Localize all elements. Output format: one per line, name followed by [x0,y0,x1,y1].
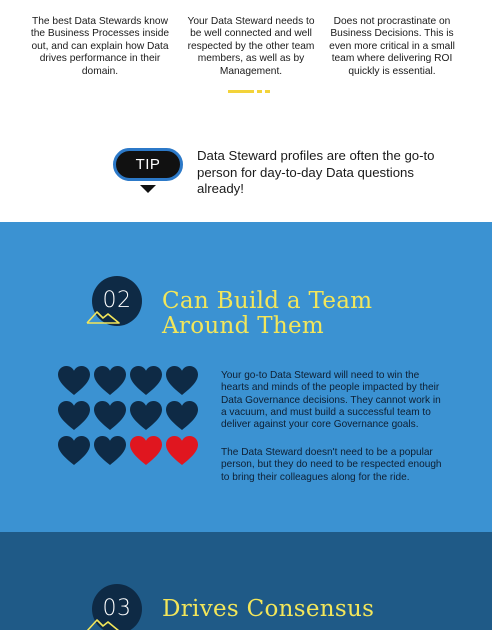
section-title: Can Build a Team Around Them [162,289,372,339]
trait-well-connected-text: Your Data Steward needs to be well conne… [187,16,315,77]
team-paragraph-1: Your go-to Data Steward will need to win… [221,370,441,431]
trait-decisive-text: Does not procrastinate on Business Decis… [329,16,455,77]
mountain-icon [86,619,120,630]
tip-text: Data Steward profiles are often the go-t… [197,148,435,197]
section-title-03: Drives Consensus [162,596,375,622]
heart-icon [166,366,198,395]
tip-badge: TIP [113,148,183,181]
heart-icon [58,366,90,395]
hearts-grid [58,366,208,476]
section-title-line2: Around Them [162,313,324,339]
tip-callout: TIP [113,148,183,193]
heart-icon [58,401,90,430]
tip-pointer-icon [140,185,156,193]
heart-icon [94,366,126,395]
heart-icon [130,401,162,430]
heart-icon [166,401,198,430]
heart-icon [94,401,126,430]
heart-icon [130,366,162,395]
trait-business-processes-text: The best Data Stewards know the Business… [30,16,170,77]
mountain-icon [86,311,120,324]
team-paragraph-2: The Data Steward doesn't need to be a po… [221,447,442,483]
dashed-divider [228,90,274,93]
heart-icon-highlighted [166,436,198,465]
heart-icon-highlighted [130,436,162,465]
section-title-line1: Can Build a Team [162,288,373,314]
heart-icon [58,436,90,465]
heart-icon [94,436,126,465]
